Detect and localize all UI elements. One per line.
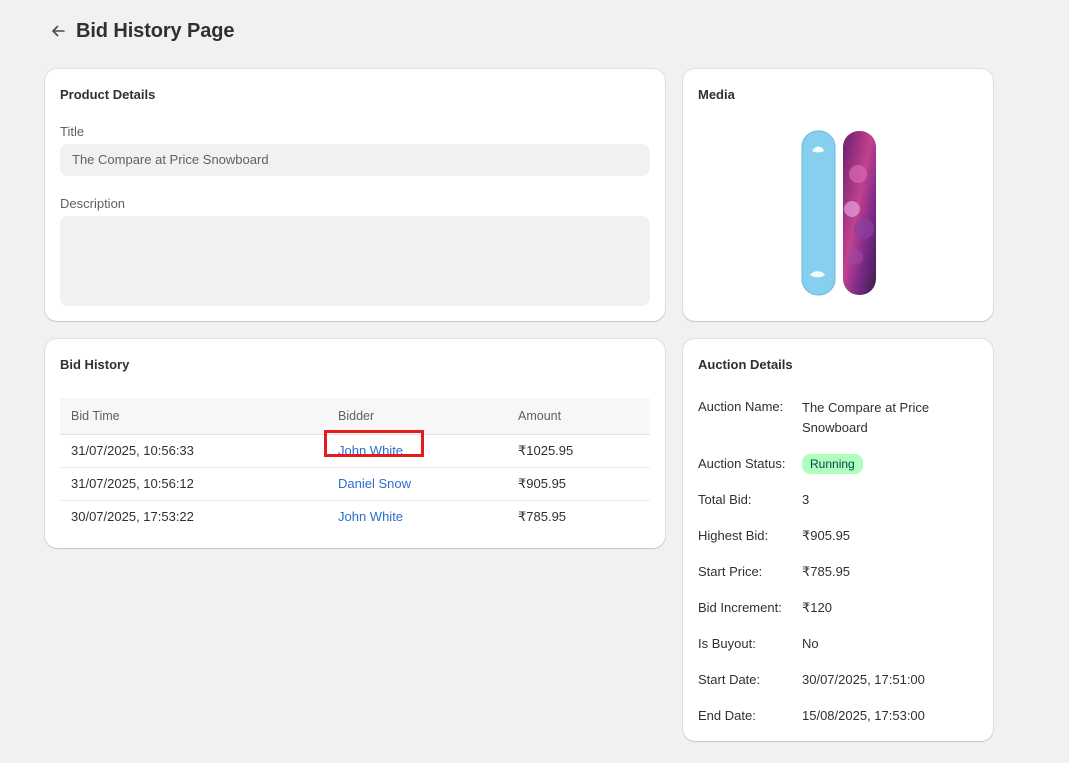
bidder-cell: John White xyxy=(324,430,507,468)
auction-name-value: The Compare at Price Snowboard xyxy=(802,400,930,435)
media-card: Media xyxy=(683,69,993,321)
bidder-link[interactable]: Daniel Snow xyxy=(338,476,411,491)
page-header: Bid History Page xyxy=(48,18,235,44)
arrow-left-icon xyxy=(52,25,65,37)
title-field[interactable]: The Compare at Price Snowboard xyxy=(60,144,650,176)
product-details-heading: Product Details xyxy=(60,87,156,102)
table-row: 31/07/2025, 10:56:12 Daniel Snow ₹905.95 xyxy=(60,467,650,501)
column-header-amount: Amount xyxy=(507,398,650,435)
highest-bid-label: Highest Bid: xyxy=(698,528,769,543)
start-price-label: Start Price: xyxy=(698,564,763,579)
product-details-card: Product Details Title The Compare at Pri… xyxy=(45,69,665,321)
bid-time-cell: 31/07/2025, 10:56:33 xyxy=(60,434,327,468)
bid-history-card: Bid History Bid Time Bidder Amount 31/07… xyxy=(45,339,665,548)
page-title: Bid History Page xyxy=(76,19,235,42)
amount-cell: ₹1025.95 xyxy=(507,434,650,468)
end-date-value: 15/08/2025, 17:53:00 xyxy=(802,708,925,723)
auction-status-value: Running xyxy=(802,454,977,474)
description-label: Description xyxy=(60,196,126,211)
start-date-value: 30/07/2025, 17:51:00 xyxy=(802,672,925,687)
amount-cell: ₹785.95 xyxy=(518,508,567,524)
bid-history-heading: Bid History xyxy=(60,357,130,372)
total-bid-label: Total Bid: xyxy=(698,492,752,507)
table-row: 30/07/2025, 17:53:22 John White ₹785.95 xyxy=(60,500,650,533)
page: Bid History Page Product Details Title T… xyxy=(0,0,1069,763)
bid-increment-label: Bid Increment: xyxy=(698,600,782,615)
auction-details-card: Auction Details Auction Name: The Compar… xyxy=(683,339,993,741)
column-header-bidder: Bidder xyxy=(327,398,507,435)
bidder-cell: John White xyxy=(327,500,507,533)
auction-details-heading: Auction Details xyxy=(698,357,793,372)
auction-name-label: Auction Name: xyxy=(698,399,784,414)
is-buyout-label: Is Buyout: xyxy=(698,636,756,651)
bid-time-cell: 30/07/2025, 17:53:22 xyxy=(71,509,194,525)
bidder-cell: Daniel Snow xyxy=(327,467,507,501)
start-date-label: Start Date: xyxy=(698,672,761,687)
highlight-box xyxy=(324,430,424,457)
amount-cell: ₹905.95 xyxy=(507,467,650,501)
snowboard-product-image xyxy=(801,130,876,296)
media-heading: Media xyxy=(698,87,735,102)
status-badge: Running xyxy=(802,454,863,474)
auction-status-label: Auction Status: xyxy=(698,456,786,471)
start-price-value: ₹785.95 xyxy=(802,564,851,579)
end-date-label: End Date: xyxy=(698,708,756,723)
total-bid-value: 3 xyxy=(802,492,810,507)
bid-increment-value: ₹120 xyxy=(802,600,832,615)
title-label: Title xyxy=(60,124,85,139)
back-button[interactable] xyxy=(48,21,68,41)
description-field[interactable] xyxy=(60,216,650,306)
is-buyout-value: No xyxy=(802,636,819,651)
bidder-link[interactable]: John White xyxy=(338,509,403,524)
column-header-bid-time: Bid Time xyxy=(60,398,327,435)
table-header-row: Bid Time Bidder Amount xyxy=(60,398,650,435)
table-row: 31/07/2025, 10:56:33 John White ₹1025.95 xyxy=(60,430,650,468)
bid-history-table: Bid Time Bidder Amount 31/07/2025, 10:56… xyxy=(60,398,650,533)
highest-bid-value: ₹905.95 xyxy=(802,528,851,543)
bidder-link[interactable]: John White xyxy=(324,430,424,458)
bid-time-cell: 31/07/2025, 10:56:12 xyxy=(60,467,327,501)
